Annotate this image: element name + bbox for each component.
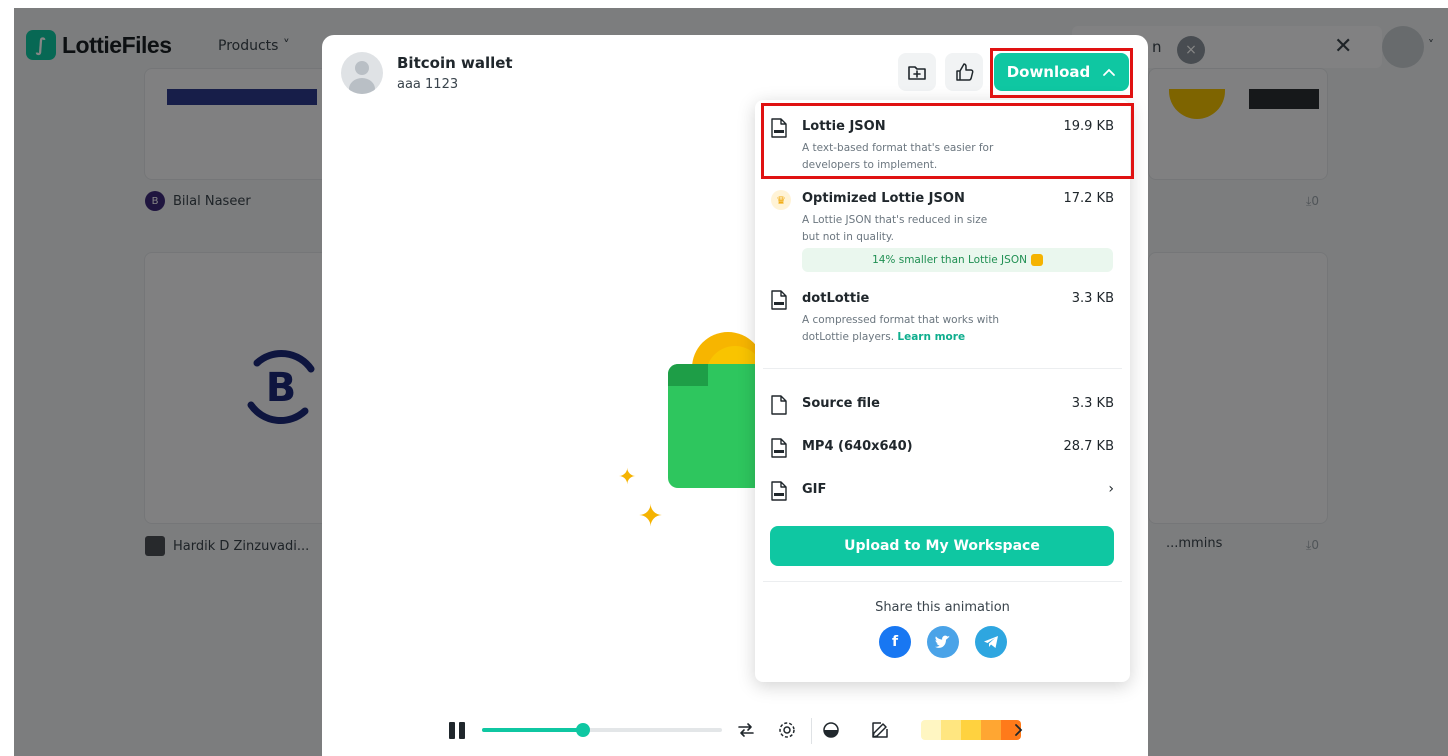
telegram-share-icon[interactable] <box>975 626 1007 658</box>
color-swatch[interactable] <box>921 720 941 740</box>
download-menu: Lottie JSON 19.9 KB A text-based format … <box>755 100 1130 682</box>
folder-plus-icon <box>908 66 926 80</box>
option-description: A compressed format that works with dotL… <box>802 314 1000 343</box>
playback-progress <box>482 728 583 732</box>
color-swatch[interactable] <box>961 720 981 740</box>
sparkle-icon: ✦ <box>638 499 664 534</box>
loop-icon[interactable] <box>734 718 758 742</box>
source-file-icon <box>771 395 787 415</box>
facebook-share-icon[interactable]: f <box>879 626 911 658</box>
chevron-right-icon[interactable] <box>1006 718 1030 742</box>
creator-avatar[interactable] <box>341 52 383 94</box>
playback-handle[interactable] <box>575 723 590 737</box>
share-label: Share this animation <box>875 600 1010 615</box>
animation-title: Bitcoin wallet <box>397 54 513 72</box>
wallet-flap-graphic <box>668 364 708 386</box>
settings-gear-icon[interactable] <box>775 718 799 742</box>
option-size: 17.2 KB <box>1063 191 1114 206</box>
divider <box>763 581 1122 582</box>
background-color-icon[interactable] <box>819 718 843 742</box>
edit-icon[interactable] <box>868 718 892 742</box>
share-buttons: f <box>879 626 1007 658</box>
creator-name[interactable]: aaa 1123 <box>397 77 458 92</box>
option-description: A Lottie JSON that's reduced in size but… <box>802 214 988 243</box>
option-name: Source file <box>802 396 880 411</box>
chevron-right-icon: › <box>1108 481 1114 497</box>
crown-icon: ♛ <box>771 190 791 210</box>
download-option-gif[interactable]: GIF › <box>771 481 1114 503</box>
twitter-share-icon[interactable] <box>927 626 959 658</box>
option-name: dotLottie <box>802 291 870 306</box>
playback-slider[interactable] <box>482 723 722 737</box>
download-option-mp4[interactable]: MP4 (640x640) 28.7 KB <box>771 438 1114 460</box>
highlight-box-download <box>990 48 1133 98</box>
add-to-collection-button[interactable] <box>898 53 936 91</box>
color-swatch[interactable] <box>941 720 961 740</box>
thumbs-up-icon <box>956 63 974 81</box>
download-option-dotlottie[interactable]: dotLottie 3.3 KB A compressed format tha… <box>771 290 1114 343</box>
gif-file-icon <box>771 481 787 501</box>
size-savings-badge: 14% smaller than Lottie JSON <box>802 248 1113 272</box>
option-name: GIF <box>802 482 827 497</box>
pause-icon[interactable] <box>449 722 465 739</box>
option-size: 3.3 KB <box>1071 291 1114 306</box>
upload-to-workspace-button[interactable]: Upload to My Workspace <box>770 526 1114 566</box>
highlight-box-lottie-json <box>761 103 1134 179</box>
option-name: MP4 (640x640) <box>802 439 913 454</box>
browser-top-strip <box>0 0 1448 8</box>
option-name: Optimized Lottie JSON <box>802 191 965 206</box>
option-size: 28.7 KB <box>1063 439 1114 454</box>
divider <box>763 368 1122 369</box>
lottie-file-icon <box>771 290 787 310</box>
player-controls <box>322 710 1148 756</box>
size-savings-text: 14% smaller than Lottie JSON <box>872 254 1027 266</box>
divider <box>811 718 812 744</box>
download-option-source-file[interactable]: Source file 3.3 KB <box>771 395 1114 417</box>
learn-more-link[interactable]: Learn more <box>897 331 965 343</box>
color-swatch[interactable] <box>981 720 1001 740</box>
like-button[interactable] <box>945 53 983 91</box>
smiley-emoji-icon <box>1030 254 1043 266</box>
sparkle-icon: ✦ <box>618 465 637 490</box>
option-size: 3.3 KB <box>1071 396 1114 411</box>
mp4-file-icon <box>771 438 787 458</box>
